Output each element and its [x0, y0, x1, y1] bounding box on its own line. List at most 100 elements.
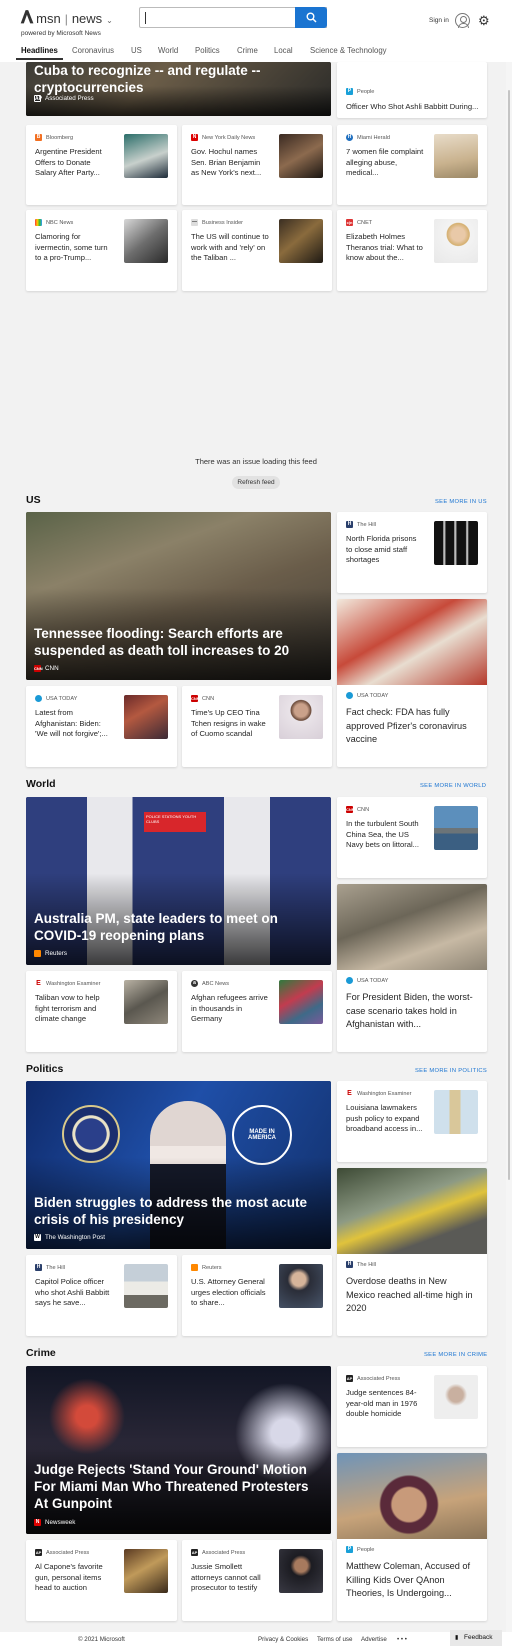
card-headline: Al Capone's favorite gun, personal items…: [35, 1562, 103, 1593]
news-card[interactable]: B Bloomberg Argentine President Offers to…: [26, 125, 177, 205]
news-card[interactable]: H The Hill North Florida prisons to close…: [337, 512, 487, 593]
feedback-button[interactable]: ▮ Feedback: [450, 1630, 502, 1646]
news-card[interactable]: AP Associated Press Jussie Smollett attor…: [182, 1540, 332, 1621]
more-options-icon[interactable]: • • •: [397, 1636, 407, 1643]
sign-in-link[interactable]: Sign in: [429, 17, 449, 24]
card-thumbnail: [124, 134, 168, 178]
hero-source: CNN CNN: [34, 665, 59, 672]
card-source: c|n CNET: [346, 219, 372, 226]
card-source-name: Associated Press: [357, 1375, 401, 1382]
news-card[interactable]: c|n CNET Elizabeth Holmes Theranos trial:…: [337, 210, 487, 291]
card-source: E Washington Examiner: [35, 980, 101, 987]
news-card[interactable]: N New York Daily News Gov. Hochul names S…: [182, 125, 332, 205]
hero-source: N Newsweek: [34, 1519, 75, 1526]
news-card[interactable]: E Washington Examiner Taliban vow to help…: [26, 971, 177, 1052]
miami-herald-icon: H: [346, 134, 353, 141]
card-thumbnail: [124, 1549, 168, 1593]
see-more-world-link[interactable]: SEE MORE IN WORLD: [420, 783, 486, 789]
tab-local[interactable]: Local: [269, 46, 298, 60]
hero-source-name: Associated Press: [45, 95, 94, 102]
see-more-us-link[interactable]: SEE MORE IN US: [435, 499, 487, 505]
search-icon: [306, 12, 317, 23]
card-headline: Jussie Smollett attorneys cannot call pr…: [191, 1562, 261, 1593]
tab-crime[interactable]: Crime: [232, 46, 263, 60]
news-card[interactable]: USA TODAY Latest from Afghanistan: Biden…: [26, 686, 177, 767]
news-card[interactable]: AP Associated Press Al Capone's favorite …: [26, 1540, 177, 1621]
card-thumbnail: [279, 1549, 323, 1593]
news-card-large[interactable]: USA TODAY For President Biden, the worst…: [337, 884, 487, 1052]
card-source-name: ABC News: [202, 980, 230, 987]
card-headline: Matthew Coleman, Accused of Killing Kids…: [346, 1561, 471, 1598]
scrollbar-thumb[interactable]: [508, 90, 510, 1180]
tab-world[interactable]: World: [153, 46, 183, 60]
chevron-down-icon[interactable]: ⌄: [106, 16, 113, 25]
feed-error-message: There was an issue loading this feed: [195, 457, 317, 466]
usa-today-icon: [346, 692, 353, 699]
card-headline: Officer Who Shot Ashli Babbitt During...: [346, 102, 479, 111]
page-footer: © 2021 Microsoft Privacy & Cookies Terms…: [0, 1632, 512, 1646]
privacy-cookies-link[interactable]: Privacy & Cookies: [258, 1636, 308, 1643]
card-thumbnail: [434, 806, 478, 850]
news-card[interactable]: H The Hill Capitol Police officer who sho…: [26, 1255, 177, 1336]
news-card[interactable]: Reuters U.S. Attorney General urges elec…: [182, 1255, 332, 1336]
see-more-politics-link[interactable]: SEE MORE IN POLITICS: [415, 1068, 487, 1074]
card-source-name: Washington Examiner: [46, 980, 101, 987]
terms-of-use-link[interactable]: Terms of use: [317, 1636, 352, 1643]
card-thumbnail: [124, 219, 168, 263]
search-button[interactable]: [295, 7, 327, 28]
news-card-large[interactable]: P People Matthew Coleman, Accused of Kill…: [337, 1453, 487, 1621]
refresh-feed-button[interactable]: Refresh feed: [232, 476, 280, 489]
news-card[interactable]: — Business Insider The US will continue t…: [182, 210, 332, 291]
ap-icon: AP: [346, 1375, 353, 1382]
news-card[interactable]: P People Officer Who Shot Ashli Babbitt D…: [337, 62, 487, 118]
hero-card-crime[interactable]: Judge Rejects 'Stand Your Ground' Motion…: [26, 1366, 331, 1534]
card-headline: For President Biden, the worst-case scen…: [346, 992, 473, 1029]
news-card[interactable]: CNN CNN Time's Up CEO Tina Tchen resigns …: [182, 686, 332, 767]
cnn-icon: CNN: [191, 695, 200, 702]
newsweek-icon: N: [34, 1519, 41, 1526]
tab-coronavirus[interactable]: Coronavirus: [67, 46, 119, 60]
card-source: H The Hill: [346, 521, 376, 528]
badge-text: MADE IN AMERICA: [248, 1129, 276, 1141]
card-headline: The US will continue to work with and 'r…: [191, 232, 269, 263]
card-headline: Overdose deaths in New Mexico reached al…: [346, 1276, 473, 1313]
news-card[interactable]: AP Associated Press Judge sentences 84-ye…: [337, 1366, 487, 1447]
cnn-icon: CNN: [34, 665, 43, 672]
news-card[interactable]: H Miami Herald 7 women file complaint all…: [337, 125, 487, 205]
card-source-name: CNN: [202, 695, 215, 702]
nbc-icon: [35, 219, 42, 226]
news-card-large[interactable]: H The Hill Overdose deaths in New Mexico …: [337, 1168, 487, 1336]
news-card[interactable]: NBC News Clamoring for ivermectin, some …: [26, 210, 177, 291]
hero-title: Judge Rejects 'Stand Your Ground' Motion…: [34, 1462, 309, 1511]
gear-icon[interactable]: ⚙: [478, 13, 490, 29]
section-name: news: [71, 11, 103, 26]
tab-science-technology[interactable]: Science & Technology: [305, 46, 392, 60]
card-source: H Miami Herald: [346, 134, 390, 141]
sign-text: POLICE STATIONS YOUTH CLUBS: [146, 814, 197, 824]
see-more-crime-link[interactable]: SEE MORE IN CRIME: [424, 1352, 487, 1358]
ap-icon: AP: [34, 95, 42, 102]
card-source-name: People: [357, 88, 375, 95]
hero-card-cuba[interactable]: Cuba to recognize -- and regulate -- cry…: [26, 62, 331, 116]
the-hill-icon: H: [346, 1261, 353, 1268]
tab-politics[interactable]: Politics: [190, 46, 225, 60]
section-title-world: World: [26, 778, 56, 790]
hero-card-world[interactable]: POLICE STATIONS YOUTH CLUBS Australia PM…: [26, 797, 331, 965]
news-card[interactable]: E Washington Examiner Louisiana lawmakers…: [337, 1081, 487, 1162]
washington-examiner-icon: E: [35, 980, 42, 987]
tab-headlines[interactable]: Headlines: [16, 46, 63, 60]
tab-us[interactable]: US: [126, 46, 147, 60]
hero-source-name: Newsweek: [45, 1519, 76, 1526]
card-thumbnail: [279, 134, 323, 178]
hero-card-us[interactable]: Tennessee flooding: Search efforts are s…: [26, 512, 331, 680]
news-card[interactable]: a ABC News Afghan refugees arrive in thou…: [182, 971, 332, 1052]
advertise-link[interactable]: Advertise: [361, 1636, 387, 1643]
section-title-crime: Crime: [26, 1347, 56, 1359]
hero-card-politics[interactable]: MADE IN AMERICA Biden struggles to addre…: [26, 1081, 331, 1249]
msn-news-logo[interactable]: 𝚲 msn | news ⌄ powered by Microsoft News: [21, 8, 131, 37]
hero-source: Reuters: [34, 950, 67, 957]
news-card-large[interactable]: USA TODAY Fact check: FDA has fully appr…: [337, 599, 487, 767]
user-avatar-icon[interactable]: [455, 13, 470, 28]
news-card[interactable]: CNN CNN In the turbulent South China Sea,…: [337, 797, 487, 878]
card-source: P People: [346, 1546, 374, 1553]
